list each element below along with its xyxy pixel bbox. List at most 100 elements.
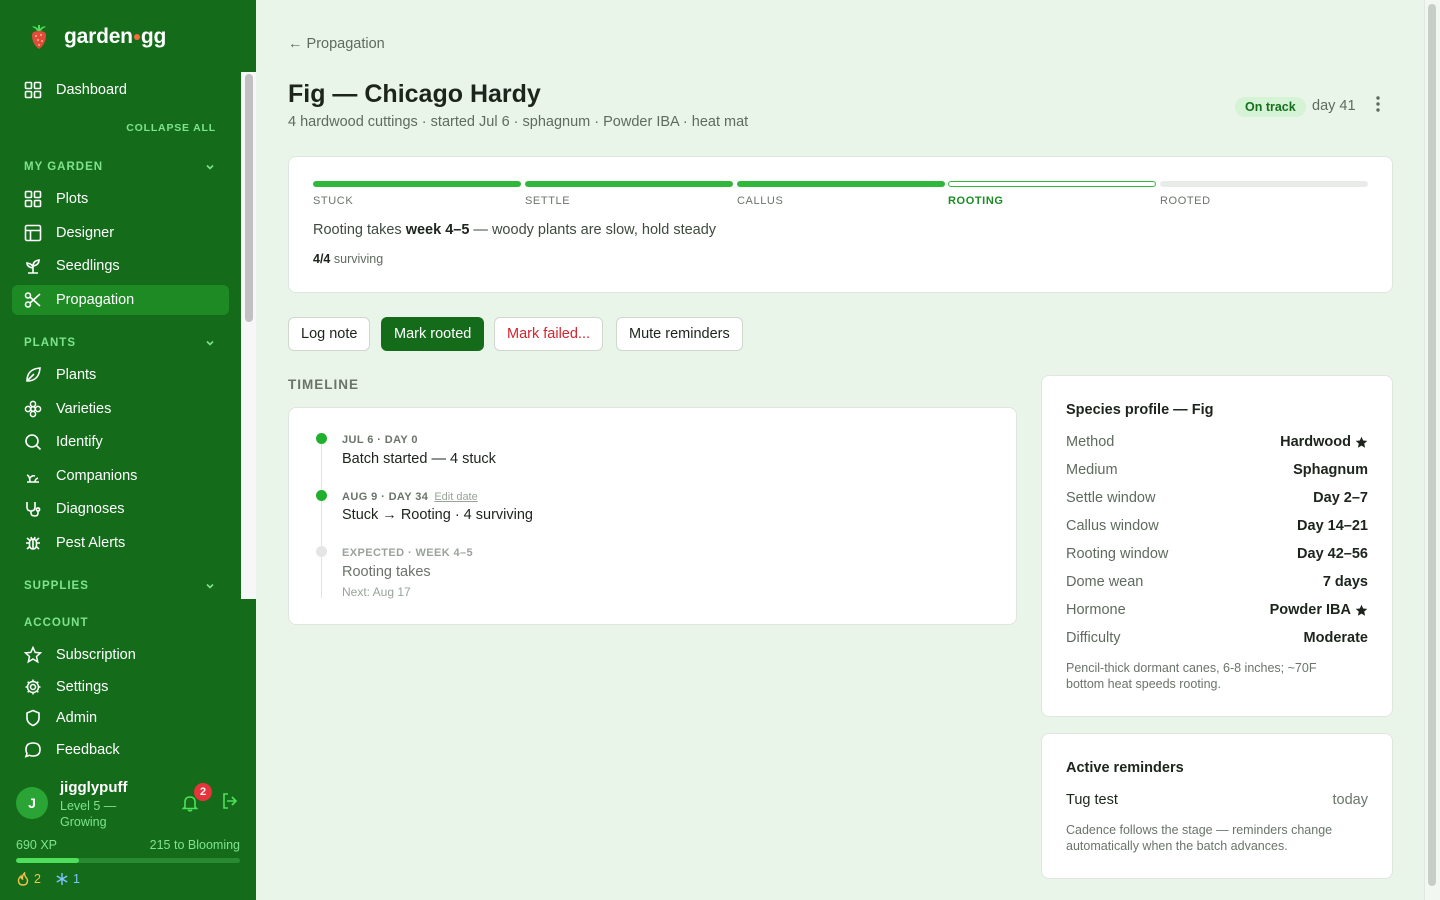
profile-row: Settle window Day 2–7 <box>1066 490 1368 506</box>
log-note-button[interactable]: Log note <box>288 317 371 351</box>
profile-value: Day 42–56 <box>1297 546 1368 562</box>
timeline-meta-text: AUG 9 · DAY 34 <box>342 491 429 503</box>
profile-key: Callus window <box>1066 518 1159 534</box>
back-link[interactable]: ← Propagation <box>288 36 385 52</box>
stage-rooted: ROOTED <box>1160 181 1368 207</box>
sidebar-item-diagnoses[interactable]: Diagnoses <box>12 494 229 524</box>
stage-settle: SETTLE <box>525 181 733 207</box>
stage-bar <box>948 181 1156 187</box>
timeline-meta: EXPECTED · WEEK 4–5 <box>342 547 474 559</box>
chevron-down-icon <box>206 583 214 589</box>
profile-key: Rooting window <box>1066 546 1169 562</box>
profile-row: Difficulty Moderate <box>1066 630 1368 646</box>
profile-value-text: Day 14–21 <box>1297 518 1368 534</box>
sidebar-item-plants[interactable]: Plants <box>12 360 229 390</box>
sidebar-item-designer[interactable]: Designer <box>12 218 229 248</box>
streak-count: 2 <box>34 872 41 886</box>
timeline-line <box>321 438 322 598</box>
layout-icon <box>24 224 42 242</box>
profile-key: Settle window <box>1066 490 1156 506</box>
profile-value: 7 days <box>1323 574 1368 590</box>
collapse-all-button[interactable]: COLLAPSE ALL <box>126 122 216 134</box>
section-plants[interactable]: PLANTS <box>24 337 216 349</box>
page-title: Fig — Chicago Hardy <box>288 80 541 108</box>
sidebar: garden gg Dashboard COLLAPSE ALL MY GARDE… <box>0 0 256 900</box>
more-vertical-icon[interactable] <box>1368 94 1388 114</box>
sidebar-item-label: Settings <box>56 679 109 695</box>
stage-label: SETTLE <box>525 195 571 207</box>
xp-progress-bar <box>16 858 240 863</box>
sidebar-item-companions[interactable]: Companions <box>12 461 229 491</box>
reminders-heading: Active reminders <box>1066 760 1184 776</box>
brand-name-right: gg <box>140 25 167 48</box>
profile-value: Moderate <box>1304 630 1368 646</box>
reminder-row[interactable]: Tug test today <box>1066 792 1368 808</box>
brand[interactable]: garden gg <box>24 22 166 52</box>
brand-dot <box>133 33 140 40</box>
avatar[interactable]: J <box>16 787 48 819</box>
scissors-icon <box>24 292 41 308</box>
section-my-garden[interactable]: MY GARDEN <box>24 161 216 173</box>
stage-bar <box>525 181 733 187</box>
chevron-down-icon <box>206 164 214 170</box>
section-supplies[interactable]: SUPPLIES <box>24 580 216 592</box>
sidebar-item-label: Identify <box>56 434 103 450</box>
section-heading: PLANTS <box>24 337 76 349</box>
surviving-number: 4/4 <box>313 252 331 266</box>
profile-key: Hormone <box>1066 602 1126 618</box>
profile-row: Method Hardwood <box>1066 434 1368 450</box>
sidebar-item-label: Pest Alerts <box>56 535 126 551</box>
sidebar-item-admin[interactable]: Admin <box>12 703 229 733</box>
flower-icon <box>24 400 42 418</box>
profile-value-text: Sphagnum <box>1293 462 1368 478</box>
sidebar-item-label: Companions <box>56 468 138 484</box>
species-profile-heading: Species profile — Fig <box>1066 402 1214 418</box>
star-icon <box>24 646 42 664</box>
sidebar-item-subscription[interactable]: Subscription <box>12 640 229 670</box>
reminders-note: Cadence follows the stage — reminders ch… <box>1066 823 1333 853</box>
profile-value: Day 2–7 <box>1313 490 1368 506</box>
mark-failed-button[interactable]: Mark failed... <box>494 317 603 351</box>
stage-progress-card: STUCK SETTLE CALLUS ROOTING ROOTED Rooti… <box>288 156 1393 293</box>
timeline-dot <box>316 433 327 444</box>
sidebar-scrollbar-thumb[interactable] <box>245 74 253 322</box>
profile-row: Dome wean 7 days <box>1066 574 1368 590</box>
surviving-count: 4/4 surviving <box>313 252 383 266</box>
main-scrollbar-thumb[interactable] <box>1428 4 1436 886</box>
stage-label: ROOTING <box>948 195 1004 207</box>
xp-value: 690 XP <box>16 838 58 852</box>
sidebar-item-varieties[interactable]: Varieties <box>12 394 229 424</box>
sidebar-item-identify[interactable]: Identify <box>12 427 229 457</box>
sidebar-item-settings[interactable]: Settings <box>12 672 229 702</box>
xp-next-level: 215 to Blooming <box>149 838 240 852</box>
sidebar-item-propagation[interactable]: Propagation <box>12 285 229 315</box>
sidebar-nav: COLLAPSE ALL MY GARDEN Plots Designer Se… <box>0 72 256 599</box>
search-icon <box>25 434 42 451</box>
sidebar-item-feedback[interactable]: Feedback <box>12 735 229 765</box>
logout-icon[interactable] <box>221 792 239 810</box>
page-subtitle: 4 hardwood cuttings · started Jul 6 · sp… <box>288 114 749 130</box>
xp-progress-fill <box>16 858 79 863</box>
profile-value-text: Day 42–56 <box>1297 546 1368 562</box>
streak-counter: 2 <box>16 872 41 886</box>
status-badge: On track <box>1235 97 1306 117</box>
stethoscope-icon <box>26 502 41 517</box>
sidebar-item-seedlings[interactable]: Seedlings <box>12 251 229 281</box>
star-filled-icon <box>1355 436 1368 448</box>
edit-date-link[interactable]: Edit date <box>434 491 477 503</box>
flame-icon <box>17 872 29 886</box>
user-name: jigglypuff <box>60 779 128 796</box>
mute-reminders-button[interactable]: Mute reminders <box>616 317 743 351</box>
reminder-when: today <box>1332 792 1368 808</box>
profile-row: Rooting window Day 42–56 <box>1066 546 1368 562</box>
profile-key: Difficulty <box>1066 630 1121 646</box>
profile-value: Sphagnum <box>1293 462 1368 478</box>
mark-rooted-button[interactable]: Mark rooted <box>381 317 485 351</box>
sidebar-item-pest-alerts[interactable]: Pest Alerts <box>12 528 229 558</box>
sidebar-item-plots[interactable]: Plots <box>12 184 229 214</box>
section-account: ACCOUNT <box>24 617 216 629</box>
user-level: Level 5 — Growing <box>60 799 117 829</box>
section-heading: SUPPLIES <box>24 580 89 592</box>
shield-icon <box>26 709 40 727</box>
bug-icon <box>26 536 40 550</box>
